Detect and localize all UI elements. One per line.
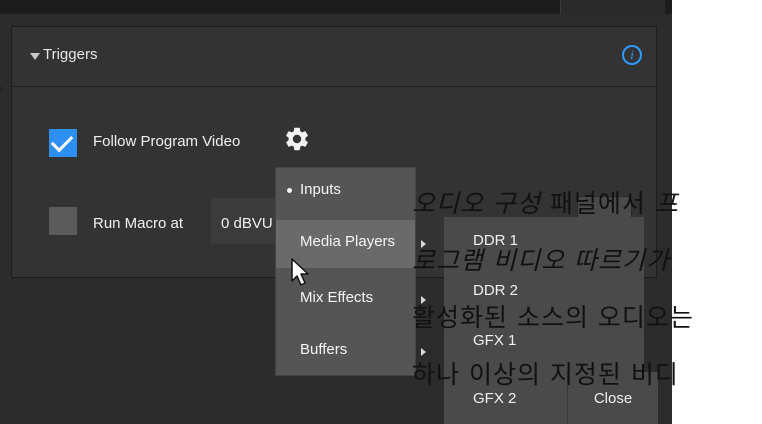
audio-level-value: 0 dBVU	[221, 215, 273, 232]
menu-item-label: Media Players	[300, 233, 396, 250]
follow-program-video-checkbox[interactable]	[49, 129, 77, 157]
caption-line-3: 활성화된 소스의 오디오는	[412, 303, 694, 332]
panel-title: Triggers	[43, 46, 98, 63]
korean-caption: 오디오 구성 패널에서 프 로그램 비디오 따르기가 활성화된 소스의 오디오는…	[412, 175, 762, 389]
caption-line-4: 하나 이상의 지정된 비디	[412, 360, 679, 389]
check-mark-icon	[50, 129, 74, 153]
caption-line-1: 오디오 구성 패널에서 프	[412, 175, 762, 232]
mouse-cursor-icon	[291, 258, 309, 286]
menu-item-label: Buffers	[300, 341, 348, 358]
gear-icon[interactable]	[283, 125, 311, 153]
menu-item-buffers[interactable]: Buffers	[276, 328, 426, 376]
menu-item-label: Mix Effects	[300, 289, 374, 306]
top-strip	[0, 0, 672, 14]
info-icon[interactable]: i	[622, 45, 642, 65]
collapse-triangle-icon[interactable]	[30, 53, 40, 60]
panel-header[interactable]: Triggers i	[12, 27, 656, 87]
top-strip-button[interactable]	[560, 0, 665, 14]
run-macro-label: Run Macro at	[93, 215, 184, 232]
side-mark	[0, 87, 3, 91]
caption-emphasis: 프	[654, 189, 679, 218]
follow-program-video-label: Follow Program Video	[93, 133, 241, 150]
caption-line-2: 로그램 비디오 따르기가	[412, 232, 762, 289]
menu-item-label: Inputs	[300, 181, 341, 198]
caption-emphasis: 오디오 구성	[412, 189, 541, 218]
menu-item-inputs[interactable]: Inputs	[276, 168, 415, 216]
selected-bullet-icon	[287, 188, 292, 193]
run-macro-checkbox[interactable]	[49, 207, 77, 235]
caption-emphasis: 로그램 비디오 따르기가	[412, 246, 670, 275]
caption-text: 패널에서	[540, 189, 655, 218]
